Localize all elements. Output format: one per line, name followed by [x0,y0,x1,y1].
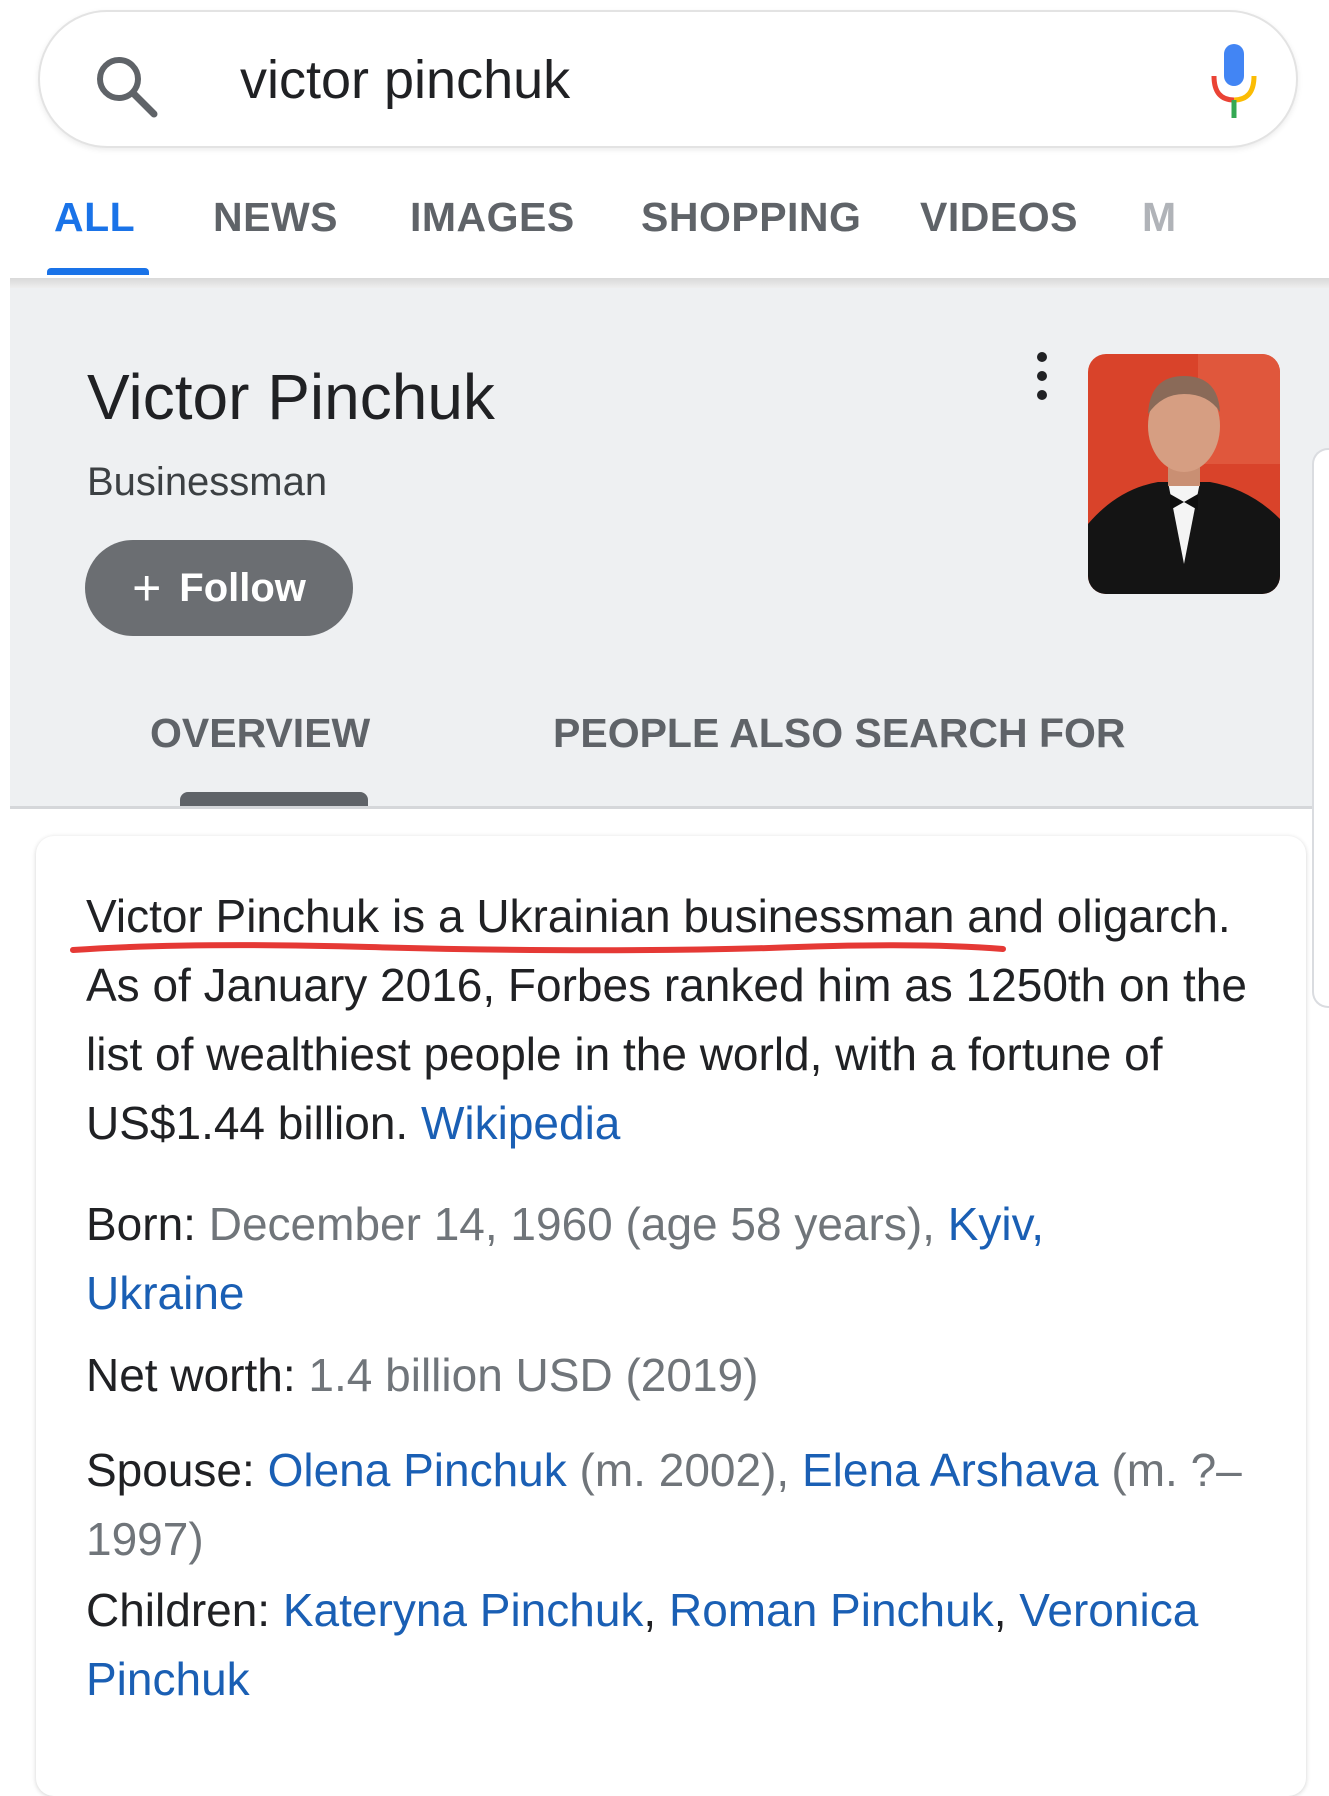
red-highlight-underline [70,942,1006,954]
overview-card: Victor Pinchuk is a Ukrainian businessma… [36,836,1306,1796]
tab-all[interactable]: ALL [54,194,135,241]
born-label: Born: [86,1198,196,1250]
spouse-link-olena[interactable]: Olena Pinchuk [268,1444,567,1496]
child-link-roman[interactable]: Roman Pinchuk [669,1584,994,1636]
fact-net-worth: Net worth: 1.4 billion USD (2019) [86,1341,1286,1410]
net-worth-label: Net worth: [86,1349,296,1401]
fact-born: Born: December 14, 1960 (age 58 years), … [86,1190,1286,1328]
spouse-label: Spouse: [86,1444,255,1496]
spouse-link-elena[interactable]: Elena Arshava [802,1444,1099,1496]
tab-videos[interactable]: VIDEOS [920,194,1078,241]
children-separator-1: , [643,1584,669,1636]
underlined-text: Victor Pinchuk is a Ukrainian businessma… [86,890,955,942]
portrait-image [1088,354,1280,594]
entity-subtitle: Businessman [87,460,328,504]
tab-news[interactable]: NEWS [213,194,338,241]
fact-spouse: Spouse: Olena Pinchuk (m. 2002), Elena A… [86,1436,1286,1574]
search-icon[interactable] [92,52,162,122]
knowledge-panel-header: Victor Pinchuk Businessman + Follow OVER… [10,288,1329,808]
active-tab-indicator [47,268,149,275]
entity-photo[interactable] [1088,354,1280,594]
children-label: Children: [86,1584,271,1636]
wikipedia-link[interactable]: Wikipedia [421,1097,620,1149]
born-place-link-kyiv[interactable]: Kyiv, [948,1198,1044,1250]
born-value: December 14, 1960 (age 58 years), [195,1198,948,1250]
follow-label: Follow [179,565,306,610]
overview-tab-indicator [180,792,368,806]
microphone-icon[interactable] [1210,42,1258,122]
tab-people-also-search-for[interactable]: PEOPLE ALSO SEARCH FOR [553,710,1126,757]
search-tabs: ALL NEWS IMAGES SHOPPING VIDEOS M [0,170,1329,280]
side-drawer-handle[interactable] [1312,448,1329,1008]
spouse-meta-1: (m. 2002), [566,1444,802,1496]
tabs-divider [10,278,1329,288]
follow-button[interactable]: + Follow [85,540,353,636]
search-bar[interactable] [38,10,1298,148]
tab-overview[interactable]: OVERVIEW [150,710,370,757]
tab-images[interactable]: IMAGES [410,194,575,241]
tab-more[interactable]: M [1142,194,1177,241]
net-worth-value: 1.4 billion USD (2019) [295,1349,759,1401]
panel-divider [10,806,1329,809]
children-separator-2: , [993,1584,1020,1636]
born-place-link-ukraine[interactable]: Ukraine [86,1267,245,1319]
more-options-icon[interactable] [1030,350,1054,402]
search-input[interactable] [240,48,1140,112]
tab-shopping[interactable]: SHOPPING [641,194,861,241]
fact-children: Children: Kateryna Pinchuk, Roman Pinchu… [86,1576,1286,1714]
entity-description: Victor Pinchuk is a Ukrainian businessma… [86,882,1286,1158]
child-link-kateryna[interactable]: Kateryna Pinchuk [283,1584,644,1636]
plus-icon: + [132,560,162,616]
entity-title: Victor Pinchuk [87,361,495,433]
